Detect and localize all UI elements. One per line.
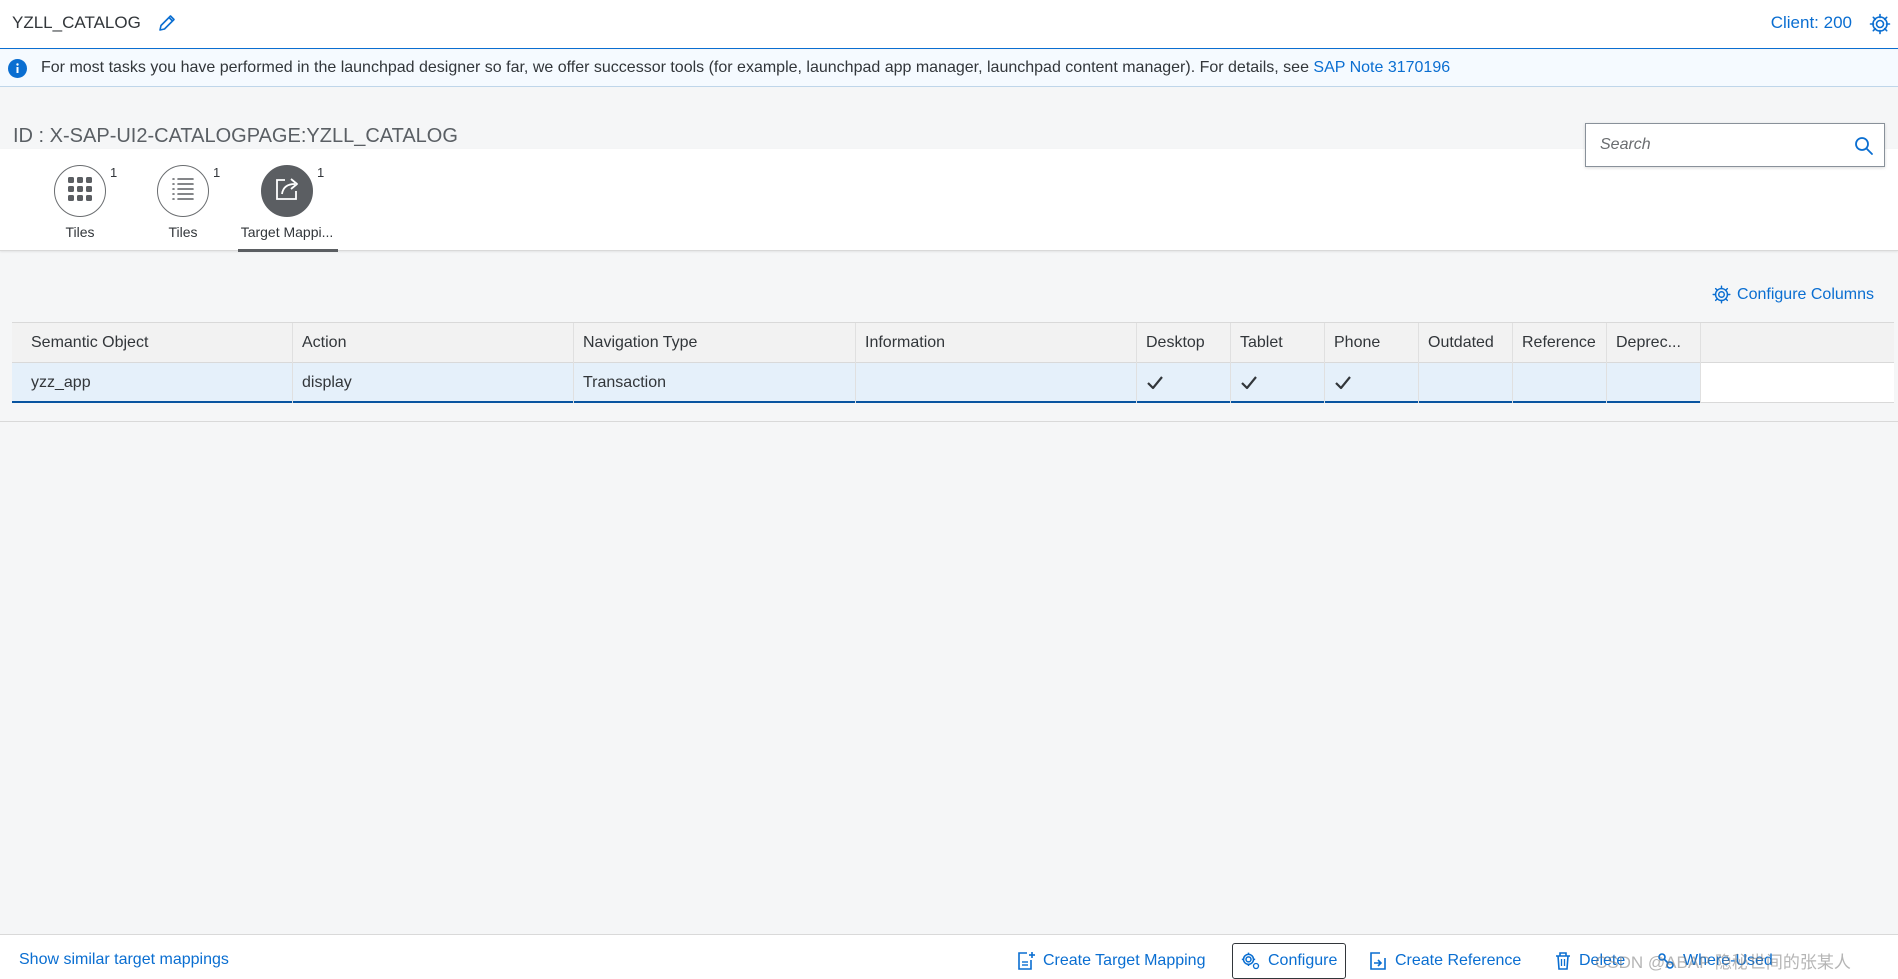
column-header-desktop[interactable]: Desktop bbox=[1137, 323, 1231, 363]
create-reference-button[interactable]: Create Reference bbox=[1360, 943, 1529, 979]
create-reference-label: Create Reference bbox=[1395, 952, 1522, 969]
checkmark-icon bbox=[1241, 376, 1257, 390]
configure-label: Configure bbox=[1268, 952, 1338, 969]
table-row[interactable]: yzz_app display Transaction bbox=[12, 363, 1894, 403]
cell-semantic-object: yzz_app bbox=[12, 363, 293, 403]
column-header-semantic-object[interactable]: Semantic Object bbox=[12, 323, 293, 363]
settings-gear-icon[interactable] bbox=[1868, 12, 1892, 36]
configure-columns-button[interactable]: Configure Columns bbox=[1712, 285, 1874, 304]
tab-label: Tiles bbox=[65, 224, 95, 240]
tab-circle bbox=[157, 165, 209, 217]
target-mappings-table: Semantic Object Action Navigation Type I… bbox=[12, 322, 1894, 403]
search-input[interactable] bbox=[1600, 134, 1840, 156]
sap-note-link[interactable]: SAP Note 3170196 bbox=[1313, 59, 1450, 76]
tab-count: 1 bbox=[110, 165, 118, 180]
info-icon bbox=[8, 59, 27, 78]
client-indicator[interactable]: Client: 200 bbox=[1771, 13, 1852, 33]
cell-phone bbox=[1325, 363, 1419, 403]
column-header-information[interactable]: Information bbox=[856, 323, 1137, 363]
gear-icon bbox=[1712, 285, 1731, 304]
checkmark-icon bbox=[1335, 376, 1351, 390]
shell-bar: YZLL_CATALOG Client: 200 bbox=[0, 0, 1898, 49]
trash-icon bbox=[1556, 952, 1570, 970]
column-header-reference[interactable]: Reference bbox=[1513, 323, 1607, 363]
cell-deprecated bbox=[1607, 363, 1701, 403]
watermark: CSDN @ABAP 隐秘世间的张某人 bbox=[1595, 953, 1851, 972]
tab-tiles-grid[interactable]: 1 Tiles bbox=[28, 165, 128, 249]
column-header-action[interactable]: Action bbox=[293, 323, 574, 363]
search-field[interactable] bbox=[1585, 123, 1885, 167]
reference-icon bbox=[1370, 952, 1386, 970]
info-message-strip: For most tasks you have performed in the… bbox=[0, 50, 1898, 87]
share-icon bbox=[273, 175, 301, 208]
tab-circle bbox=[261, 165, 313, 217]
checkmark-icon bbox=[1147, 376, 1163, 390]
configure-gears-icon bbox=[1241, 952, 1260, 970]
configure-button[interactable]: Configure bbox=[1232, 943, 1347, 979]
search-icon[interactable] bbox=[1854, 136, 1874, 156]
tab-tiles-list[interactable]: 1 Tiles bbox=[131, 165, 231, 249]
tab-target-mappings[interactable]: 1 Target Mappi... bbox=[235, 165, 338, 252]
catalog-page-id: ID : X-SAP-UI2-CATALOGPAGE:YZLL_CATALOG bbox=[13, 125, 458, 147]
cell-information bbox=[856, 363, 1137, 403]
tab-circle bbox=[54, 165, 106, 217]
column-header-tablet[interactable]: Tablet bbox=[1231, 323, 1325, 363]
list-icon bbox=[170, 176, 196, 207]
info-message-text: For most tasks you have performed in the… bbox=[41, 59, 1314, 76]
catalog-title: YZLL_CATALOG bbox=[12, 13, 141, 32]
cell-reference bbox=[1513, 363, 1607, 403]
column-header-navigation-type[interactable]: Navigation Type bbox=[574, 323, 856, 363]
create-target-mapping-button[interactable]: Create Target Mapping bbox=[1008, 943, 1213, 979]
tab-selected-indicator bbox=[238, 249, 338, 252]
create-target-mapping-label: Create Target Mapping bbox=[1043, 952, 1206, 969]
column-header-outdated[interactable]: Outdated bbox=[1419, 323, 1513, 363]
info-message: For most tasks you have performed in the… bbox=[41, 59, 1450, 77]
edit-icon[interactable] bbox=[156, 12, 178, 34]
cell-desktop bbox=[1137, 363, 1231, 403]
show-similar-target-mappings-link[interactable]: Show similar target mappings bbox=[19, 951, 229, 969]
table-row-filler bbox=[1701, 363, 1894, 403]
configure-columns-label: Configure Columns bbox=[1737, 285, 1874, 303]
cell-tablet bbox=[1231, 363, 1325, 403]
cell-outdated bbox=[1419, 363, 1513, 403]
add-document-icon bbox=[1018, 952, 1035, 970]
table-header: Semantic Object Action Navigation Type I… bbox=[12, 323, 1894, 363]
cell-action: display bbox=[293, 363, 574, 403]
column-header-phone[interactable]: Phone bbox=[1325, 323, 1419, 363]
tab-label: Tiles bbox=[168, 224, 198, 240]
tab-count: 1 bbox=[213, 165, 221, 180]
table-divider bbox=[0, 421, 1898, 422]
tab-count: 1 bbox=[317, 165, 325, 180]
tab-label: Target Mappi... bbox=[240, 224, 334, 240]
cell-navigation-type: Transaction bbox=[574, 363, 856, 403]
column-header-deprecated[interactable]: Deprec... bbox=[1607, 323, 1701, 363]
grid-icon bbox=[67, 176, 93, 207]
